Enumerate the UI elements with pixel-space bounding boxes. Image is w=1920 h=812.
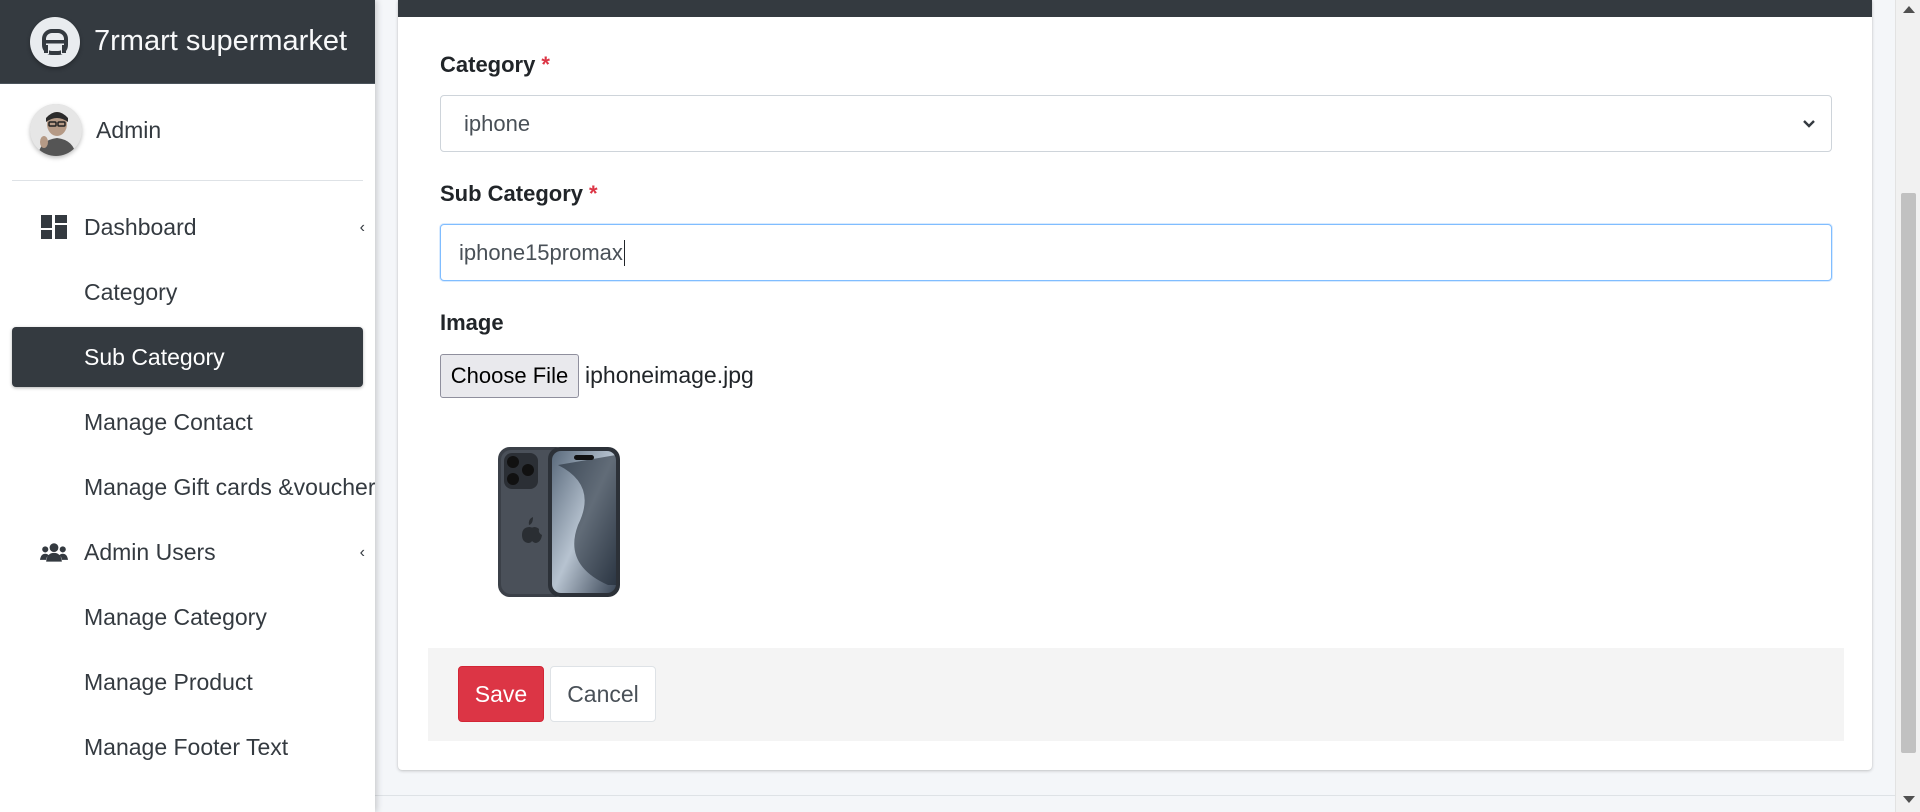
sidebar-item-sub-category[interactable]: Sub Category: [12, 327, 363, 387]
image-preview: [498, 445, 622, 599]
vertical-scrollbar[interactable]: [1895, 0, 1920, 812]
sidebar-item-dashboard[interactable]: Dashboard ‹: [12, 197, 365, 257]
save-button[interactable]: Save: [458, 666, 544, 722]
image-label: Image: [440, 310, 504, 335]
avatar[interactable]: [30, 104, 82, 156]
user-panel: Admin: [12, 104, 363, 181]
chevron-left-icon: ‹: [359, 544, 365, 561]
sub-category-input[interactable]: iphone15promax: [440, 224, 1832, 281]
sidebar-item-admin-users[interactable]: Admin Users ‹: [12, 522, 365, 582]
brand-title: 7rmart supermarket: [94, 25, 348, 57]
main-content: Category * iphone Sub Category * iphone15p…: [375, 0, 1895, 812]
cancel-button[interactable]: Cancel: [550, 666, 656, 722]
scrollbar-thumb[interactable]: [1901, 193, 1916, 753]
sidebar-item-label: Category: [84, 278, 178, 305]
scroll-down-icon[interactable]: [1903, 796, 1915, 803]
selected-file-name: iphoneimage.jpg: [585, 362, 754, 388]
required-mark: *: [589, 181, 598, 206]
sidebar-nav: Dashboard ‹ Category Sub Category Manage…: [0, 197, 375, 777]
card-footer: Save Cancel: [428, 648, 1844, 741]
card-header: [398, 0, 1872, 17]
sidebar: 7rmart supermarket Admin Dashboard ‹ Cat…: [0, 0, 375, 812]
sidebar-item-label: Manage Gift cards &voucher: [84, 473, 375, 500]
sidebar-item-label: Dashboard: [84, 213, 197, 240]
sidebar-item-manage-gift-cards[interactable]: Manage Gift cards &voucher: [12, 457, 375, 517]
required-mark: *: [541, 52, 550, 77]
scroll-up-icon[interactable]: [1903, 6, 1915, 13]
chevron-left-icon: ‹: [359, 219, 365, 236]
users-icon: [40, 538, 68, 566]
sidebar-item-label: Manage Category: [84, 603, 267, 630]
sidebar-item-label: Admin Users: [84, 538, 216, 565]
content-divider: [375, 795, 1895, 796]
sidebar-item-label: Manage Footer Text: [84, 733, 289, 760]
brand-logo-icon: [30, 16, 80, 67]
chevron-down-icon: [1801, 114, 1817, 140]
sub-category-label: Sub Category *: [440, 181, 598, 207]
user-name[interactable]: Admin: [96, 117, 161, 144]
category-label-text: Category: [440, 52, 536, 77]
sidebar-item-label: Manage Product: [84, 668, 253, 695]
sidebar-item-label: Manage Contact: [84, 408, 253, 435]
sidebar-item-manage-category[interactable]: Manage Category: [12, 587, 363, 647]
category-select-value: iphone: [464, 110, 531, 136]
choose-file-button[interactable]: Choose File: [440, 354, 579, 398]
category-select[interactable]: iphone: [440, 95, 1832, 152]
sidebar-item-label: Sub Category: [84, 343, 225, 370]
sidebar-item-manage-product[interactable]: Manage Product: [12, 652, 363, 712]
brand-link[interactable]: 7rmart supermarket: [0, 0, 375, 84]
sub-category-form-card: Category * iphone Sub Category * iphone15p…: [398, 0, 1872, 770]
sidebar-item-category[interactable]: Category: [12, 262, 363, 322]
text-cursor: [623, 239, 625, 266]
category-label: Category *: [440, 52, 550, 78]
sidebar-item-manage-footer-text[interactable]: Manage Footer Text: [12, 717, 363, 777]
sub-category-input-value: iphone15promax: [459, 239, 623, 265]
sub-category-label-text: Sub Category: [440, 181, 584, 206]
dashboard-icon: [40, 213, 68, 241]
sidebar-item-manage-contact[interactable]: Manage Contact: [12, 392, 363, 452]
